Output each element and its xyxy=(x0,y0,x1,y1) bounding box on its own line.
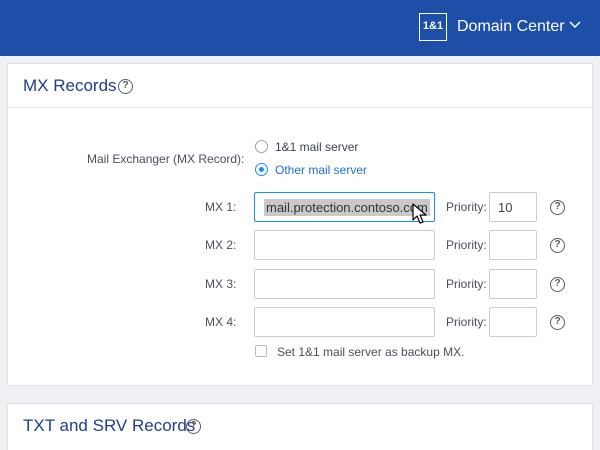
mx4-priority-label: Priority: xyxy=(446,315,487,329)
mx3-priority-label: Priority: xyxy=(446,277,487,291)
radio-other-mail-server[interactable] xyxy=(255,163,268,176)
mx3-label: MX 3: xyxy=(205,277,237,291)
mx4-input[interactable] xyxy=(254,307,435,337)
mx1-priority-label: Priority: xyxy=(446,200,487,214)
mx3-help-icon[interactable]: ? xyxy=(550,277,565,292)
mx2-priority-input[interactable] xyxy=(489,230,537,260)
mail-exchanger-label: Mail Exchanger (MX Record): xyxy=(87,152,245,166)
backup-mx-checkbox[interactable] xyxy=(255,345,267,357)
mx2-input[interactable] xyxy=(254,230,435,260)
mx2-priority-label: Priority: xyxy=(446,238,487,252)
mx-records-header: MX Records ? xyxy=(8,64,592,108)
mx1-help-icon[interactable]: ? xyxy=(550,200,565,215)
mx3-input[interactable] xyxy=(254,269,435,299)
radio-other-mail-server-label[interactable]: Other mail server xyxy=(275,163,367,177)
radio-1and1-mail-server[interactable] xyxy=(255,140,268,153)
chevron-down-icon[interactable] xyxy=(568,18,582,32)
mx4-label: MX 4: xyxy=(205,315,237,329)
txt-srv-help-icon[interactable]: ? xyxy=(186,419,201,434)
mx-records-title: MX Records xyxy=(23,76,117,95)
backup-mx-label[interactable]: Set 1&1 mail server as backup MX. xyxy=(277,345,464,359)
brand-logo[interactable]: 1&1 xyxy=(419,13,447,41)
mx1-input-value: mail.protection.contoso.com xyxy=(264,199,430,216)
txt-srv-records-card: TXT and SRV Records ? xyxy=(7,403,593,450)
mx2-label: MX 2: xyxy=(205,238,237,252)
mouse-cursor-icon xyxy=(412,203,427,224)
mx4-help-icon[interactable]: ? xyxy=(550,315,565,330)
txt-srv-records-title: TXT and SRV Records xyxy=(23,416,196,435)
mx-records-card: MX Records ? xyxy=(7,63,593,386)
mx2-help-icon[interactable]: ? xyxy=(550,238,565,253)
mx3-priority-input[interactable] xyxy=(489,269,537,299)
radio-1and1-mail-server-label[interactable]: 1&1 mail server xyxy=(275,140,358,154)
mx4-priority-input[interactable] xyxy=(489,307,537,337)
mx1-priority-input[interactable] xyxy=(489,192,537,222)
top-bar: 1&1 Domain Center xyxy=(0,0,600,56)
mx-records-help-icon[interactable]: ? xyxy=(118,79,133,94)
mx1-label: MX 1: xyxy=(205,200,237,214)
app-title[interactable]: Domain Center xyxy=(457,18,565,36)
